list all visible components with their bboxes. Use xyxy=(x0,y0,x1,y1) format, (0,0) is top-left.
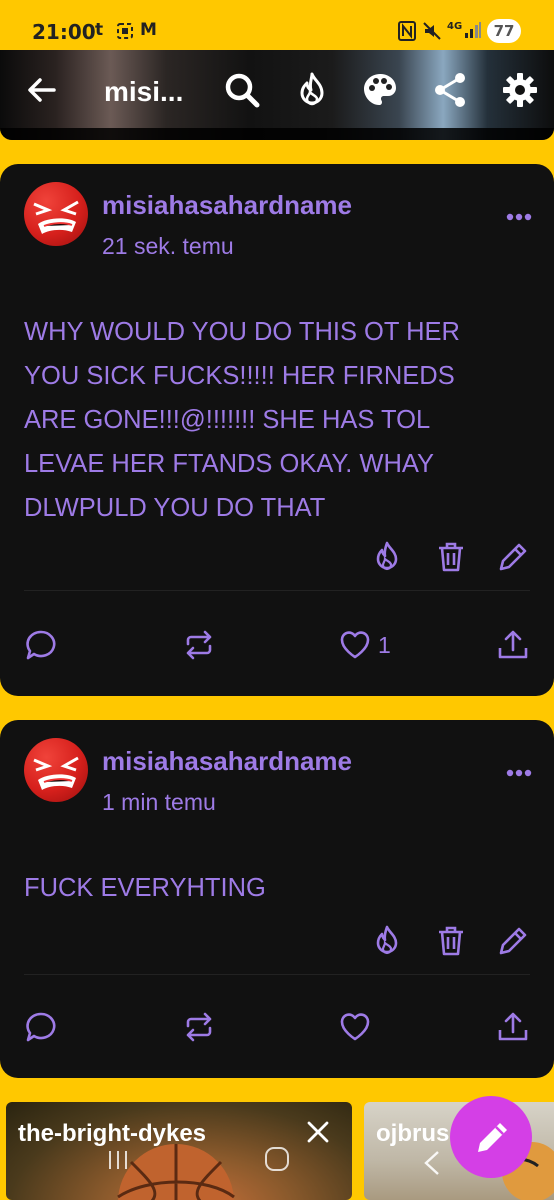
blog-header: misi... xyxy=(0,50,554,140)
more-options-icon[interactable] xyxy=(506,208,532,221)
trash-icon[interactable] xyxy=(434,924,468,958)
post-username[interactable]: misiahasahardname xyxy=(102,746,352,777)
heart-icon[interactable] xyxy=(338,628,372,662)
basketball-graphic xyxy=(117,1144,235,1200)
tab-label: ojbrus xyxy=(376,1120,450,1147)
post-divider xyxy=(24,974,530,975)
edit-pencil-icon[interactable] xyxy=(496,924,530,958)
heart-icon[interactable] xyxy=(338,1010,372,1044)
post-divider xyxy=(24,590,530,591)
like-count: 1 xyxy=(378,632,391,658)
compose-pencil-icon xyxy=(478,1123,507,1152)
battery-indicator: 77 xyxy=(487,19,521,43)
post-line: FUCK EVERYHTING xyxy=(24,874,266,902)
post-card: misiahasahardname 1 min temu FUCK EVERYH… xyxy=(0,720,554,1078)
reply-bubble-icon[interactable] xyxy=(24,1010,58,1044)
network-type: 4G xyxy=(447,21,463,32)
status-bar: 21:00 t M 4G 77 xyxy=(0,0,554,50)
back-arrow-icon[interactable] xyxy=(24,72,60,108)
more-options-icon[interactable] xyxy=(506,764,532,777)
post-body: WHY WOULD YOU DO THIS OT HER YOU SICK FU… xyxy=(24,310,524,530)
post-line: LEVAE HER FTANDS OKAY. WHAY xyxy=(24,450,434,478)
blaze-icon[interactable] xyxy=(370,540,404,574)
avatar[interactable] xyxy=(24,182,88,246)
gmail-notification-icon: M xyxy=(140,20,157,40)
flame-icon[interactable] xyxy=(292,70,332,110)
post-username[interactable]: misiahasahardname xyxy=(102,190,352,221)
tab-label: the-bright-dykes xyxy=(18,1120,207,1147)
search-icon[interactable] xyxy=(222,70,262,110)
mute-icon xyxy=(422,21,442,46)
screenshot-notification-icon xyxy=(116,22,134,45)
reblog-icon[interactable] xyxy=(182,1010,216,1044)
gear-icon[interactable] xyxy=(500,70,540,110)
back-nav-icon[interactable] xyxy=(422,1150,442,1184)
tumblr-notification-icon: t xyxy=(95,20,104,40)
blog-title: misi... xyxy=(104,76,184,107)
blaze-icon[interactable] xyxy=(370,924,404,958)
post-line: WHY WOULD YOU DO THIS OT HER xyxy=(24,318,460,346)
compose-button[interactable] xyxy=(450,1096,532,1178)
share-upload-icon[interactable] xyxy=(496,1010,530,1044)
post-timestamp: 21 sek. temu xyxy=(102,233,234,259)
status-time: 21:00 xyxy=(32,20,96,44)
share-upload-icon[interactable] xyxy=(496,628,530,662)
home-nav-icon[interactable] xyxy=(264,1146,290,1180)
signal-icon xyxy=(464,21,482,44)
tab-card-the-bright-dykes[interactable]: the-bright-dykes xyxy=(6,1102,352,1200)
reblog-icon[interactable] xyxy=(182,628,216,662)
post-timestamp: 1 min temu xyxy=(102,789,216,815)
header-shadow xyxy=(0,128,554,140)
trash-icon[interactable] xyxy=(434,540,468,574)
palette-icon[interactable] xyxy=(360,70,400,110)
share-icon[interactable] xyxy=(430,70,470,110)
close-icon[interactable] xyxy=(306,1120,330,1149)
avatar[interactable] xyxy=(24,738,88,802)
post-line: ARE GONE!!!@!!!!!!! SHE HAS TOL xyxy=(24,406,431,434)
edit-pencil-icon[interactable] xyxy=(496,540,530,574)
post-line: YOU SICK FUCKS!!!!! HER FIRNEDS xyxy=(24,362,455,390)
nfc-icon xyxy=(398,21,416,46)
recents-nav-icon[interactable] xyxy=(106,1146,130,1180)
post-line: DLWPULD YOU DO THAT xyxy=(24,494,326,522)
post-body: FUCK EVERYHTING xyxy=(24,866,524,910)
reply-bubble-icon[interactable] xyxy=(24,628,58,662)
post-card: misiahasahardname 21 sek. temu WHY WOULD… xyxy=(0,164,554,696)
